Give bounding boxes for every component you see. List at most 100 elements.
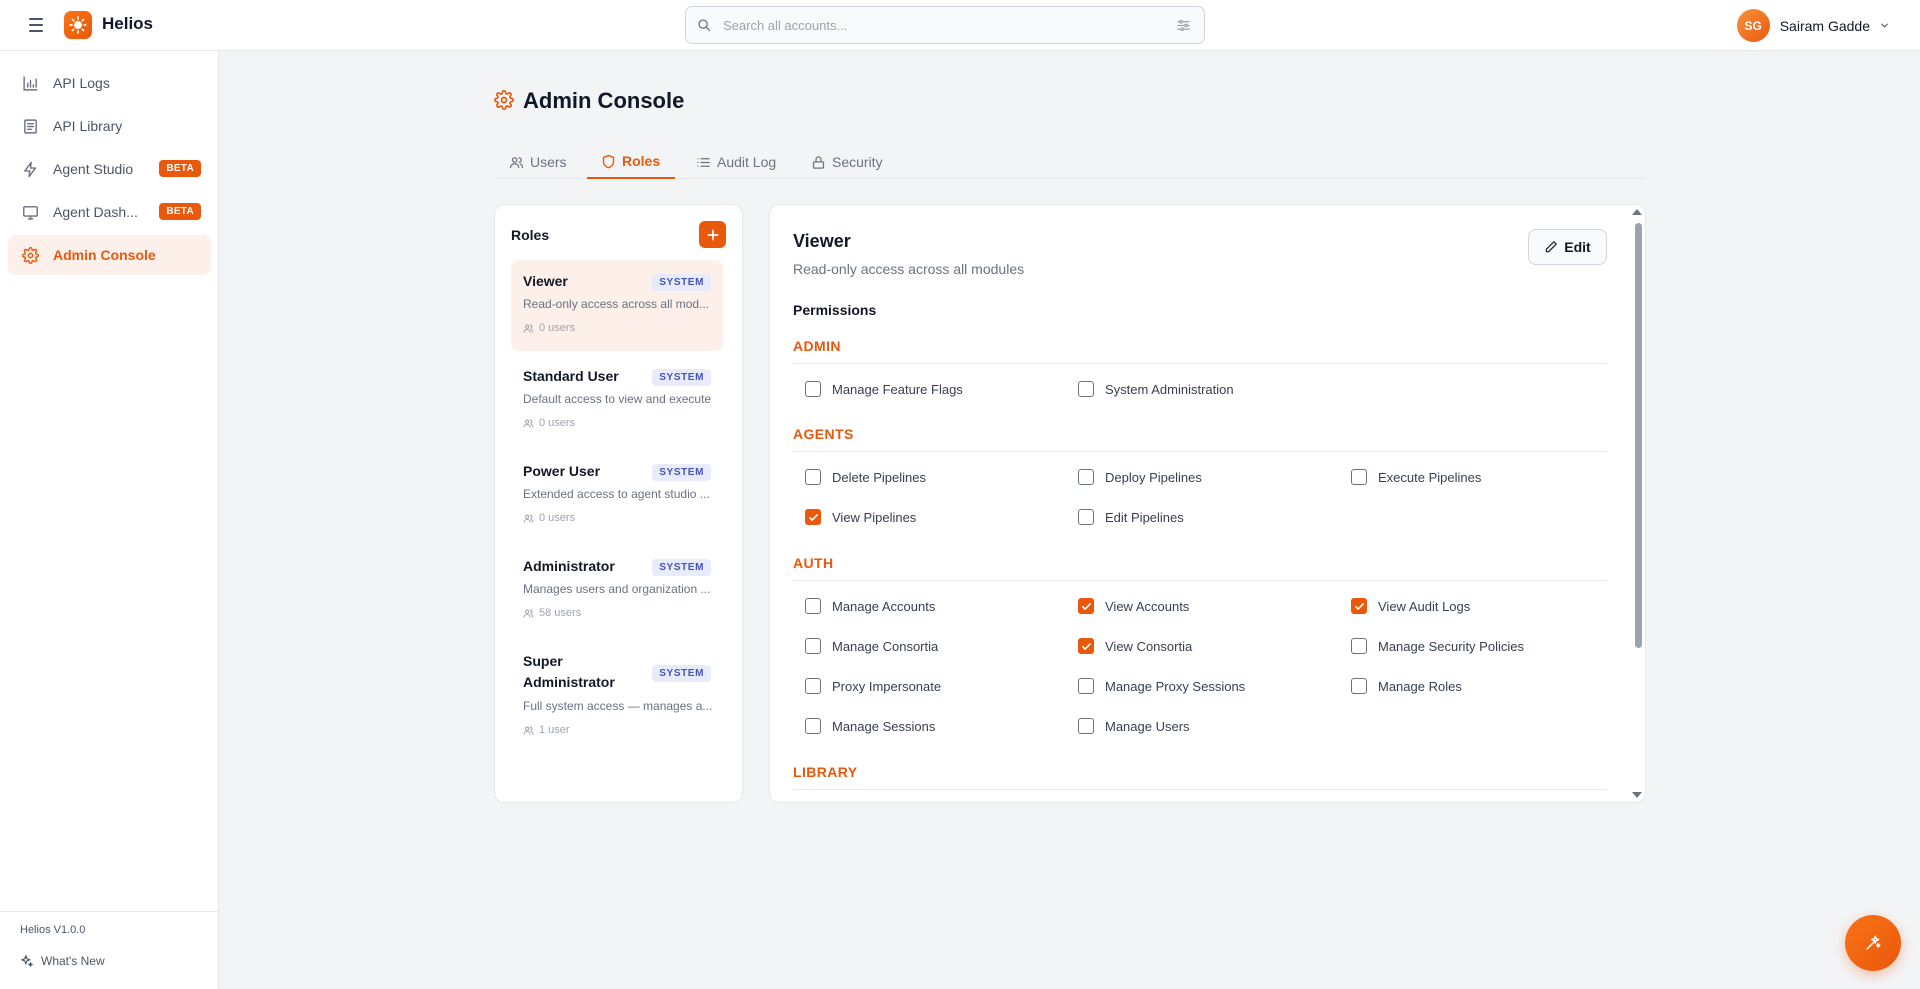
permission-manage-proxy-sessions[interactable]: Manage Proxy Sessions: [1078, 678, 1245, 694]
scrollbar-thumb[interactable]: [1635, 223, 1642, 648]
sidebar-footer: Helios V1.0.0 What's New: [0, 911, 218, 989]
permission-deploy-pipelines[interactable]: Deploy Pipelines: [1078, 469, 1202, 485]
permission-manage-feature-flags[interactable]: Manage Feature Flags: [805, 381, 963, 397]
beta-badge: BETA: [159, 203, 201, 220]
role-card-standard-user[interactable]: Standard User SYSTEM Default access to v…: [511, 355, 723, 446]
sparkle-wand-icon: [1866, 935, 1881, 950]
permission-manage-accounts[interactable]: Manage Accounts: [805, 598, 935, 614]
role-detail-panel: Viewer Read-only access across all modul…: [769, 204, 1646, 803]
hamburger-menu-icon[interactable]: [26, 14, 46, 36]
sidebar: API Logs API Library Agent Studio BETA A…: [0, 51, 219, 989]
checkbox[interactable]: [1078, 718, 1094, 734]
role-title: Viewer: [793, 231, 851, 251]
system-badge: SYSTEM: [652, 464, 711, 481]
sidebar-item-api-logs[interactable]: API Logs: [8, 63, 211, 103]
lock-icon: [811, 155, 826, 170]
sun-logo-icon[interactable]: [64, 11, 92, 39]
list-icon: [696, 155, 711, 170]
app-version: Helios V1.0.0: [20, 924, 86, 936]
tab-audit-log[interactable]: Audit Log: [696, 145, 776, 179]
tab-users[interactable]: Users: [509, 145, 567, 179]
check-icon: [1081, 642, 1091, 650]
search-icon: [697, 17, 713, 33]
users-icon: [523, 724, 535, 736]
checkbox[interactable]: [805, 598, 821, 614]
permission-manage-security-policies[interactable]: Manage Security Policies: [1351, 638, 1524, 654]
tab-security[interactable]: Security: [811, 145, 883, 179]
permission-manage-sessions[interactable]: Manage Sessions: [805, 718, 935, 734]
checkbox[interactable]: [1351, 638, 1367, 654]
permission-edit-pipelines[interactable]: Edit Pipelines: [1078, 509, 1184, 525]
system-badge: SYSTEM: [652, 369, 711, 386]
book-icon: [21, 117, 39, 135]
sidebar-item-agent-dashboard[interactable]: Agent Dash... BETA: [8, 192, 211, 232]
scroll-down-arrow-icon[interactable]: [1632, 792, 1642, 798]
top-bar: Helios SG Sairam Gadde: [0, 0, 1920, 51]
users-icon: [523, 322, 535, 334]
whats-new-link[interactable]: What's New: [20, 954, 105, 968]
section-library: LIBRARY: [793, 764, 858, 780]
check-icon: [1354, 602, 1364, 610]
permission-system-administration[interactable]: System Administration: [1078, 381, 1234, 397]
checkbox[interactable]: [1078, 381, 1094, 397]
add-role-button[interactable]: [699, 221, 726, 248]
permission-manage-users[interactable]: Manage Users: [1078, 718, 1190, 734]
shield-icon: [601, 154, 616, 169]
user-menu[interactable]: SG Sairam Gadde: [1736, 9, 1891, 42]
section-admin: ADMIN: [793, 338, 841, 354]
pencil-icon: [1544, 240, 1558, 254]
permission-view-audit-logs[interactable]: View Audit Logs: [1351, 598, 1470, 614]
permission-delete-pipelines[interactable]: Delete Pipelines: [805, 469, 926, 485]
filter-sliders-icon[interactable]: [1176, 17, 1192, 33]
checkbox[interactable]: [1351, 678, 1367, 694]
monitor-icon: [21, 203, 39, 221]
checkbox[interactable]: [805, 638, 821, 654]
beta-badge: BETA: [159, 160, 201, 177]
checkbox[interactable]: [805, 469, 821, 485]
role-card-viewer[interactable]: Viewer SYSTEM Read-only access across al…: [511, 260, 723, 351]
plus-icon: [706, 228, 719, 241]
role-card-administrator[interactable]: Administrator SYSTEM Manages users and o…: [511, 545, 723, 636]
permission-proxy-impersonate[interactable]: Proxy Impersonate: [805, 678, 941, 694]
ai-assistant-button[interactable]: [1845, 915, 1901, 971]
checkbox[interactable]: [1078, 509, 1094, 525]
check-icon: [1081, 602, 1091, 610]
sidebar-item-agent-studio[interactable]: Agent Studio BETA: [8, 149, 211, 189]
permission-view-consortia[interactable]: View Consortia: [1078, 638, 1192, 654]
tab-roles[interactable]: Roles: [587, 145, 676, 179]
checkbox-checked[interactable]: [805, 509, 821, 525]
permission-manage-roles[interactable]: Manage Roles: [1351, 678, 1462, 694]
search-input[interactable]: [723, 17, 1176, 33]
permission-execute-pipelines[interactable]: Execute Pipelines: [1351, 469, 1481, 485]
role-card-super-administrator[interactable]: Super Administrator SYSTEM Full system a…: [511, 640, 723, 752]
sidebar-item-api-library[interactable]: API Library: [8, 106, 211, 146]
checkbox[interactable]: [1078, 469, 1094, 485]
permission-view-accounts[interactable]: View Accounts: [1078, 598, 1189, 614]
tab-bar: Users Roles Audit Log Security: [494, 145, 1646, 179]
edit-role-button[interactable]: Edit: [1528, 229, 1607, 265]
checkbox-checked[interactable]: [1078, 638, 1094, 654]
permissions-heading: Permissions: [793, 302, 877, 318]
permission-view-pipelines[interactable]: View Pipelines: [805, 509, 916, 525]
checkbox[interactable]: [1078, 678, 1094, 694]
page-title: Admin Console: [523, 88, 685, 113]
checkbox[interactable]: [1351, 469, 1367, 485]
checkbox-checked[interactable]: [1351, 598, 1367, 614]
scrollbar[interactable]: [1631, 205, 1645, 802]
bar-chart-icon: [21, 74, 39, 92]
system-badge: SYSTEM: [652, 274, 711, 291]
users-icon: [523, 607, 535, 619]
scroll-up-arrow-icon[interactable]: [1632, 209, 1642, 215]
sparkle-icon: [20, 954, 34, 968]
section-auth: AUTH: [793, 555, 834, 571]
roles-title: Roles: [511, 227, 550, 243]
checkbox[interactable]: [805, 718, 821, 734]
users-icon: [509, 155, 524, 170]
users-icon: [523, 417, 535, 429]
checkbox[interactable]: [805, 381, 821, 397]
role-card-power-user[interactable]: Power User SYSTEM Extended access to age…: [511, 450, 723, 541]
checkbox[interactable]: [805, 678, 821, 694]
sidebar-item-admin-console[interactable]: Admin Console: [8, 235, 211, 275]
permission-manage-consortia[interactable]: Manage Consortia: [805, 638, 938, 654]
checkbox-checked[interactable]: [1078, 598, 1094, 614]
